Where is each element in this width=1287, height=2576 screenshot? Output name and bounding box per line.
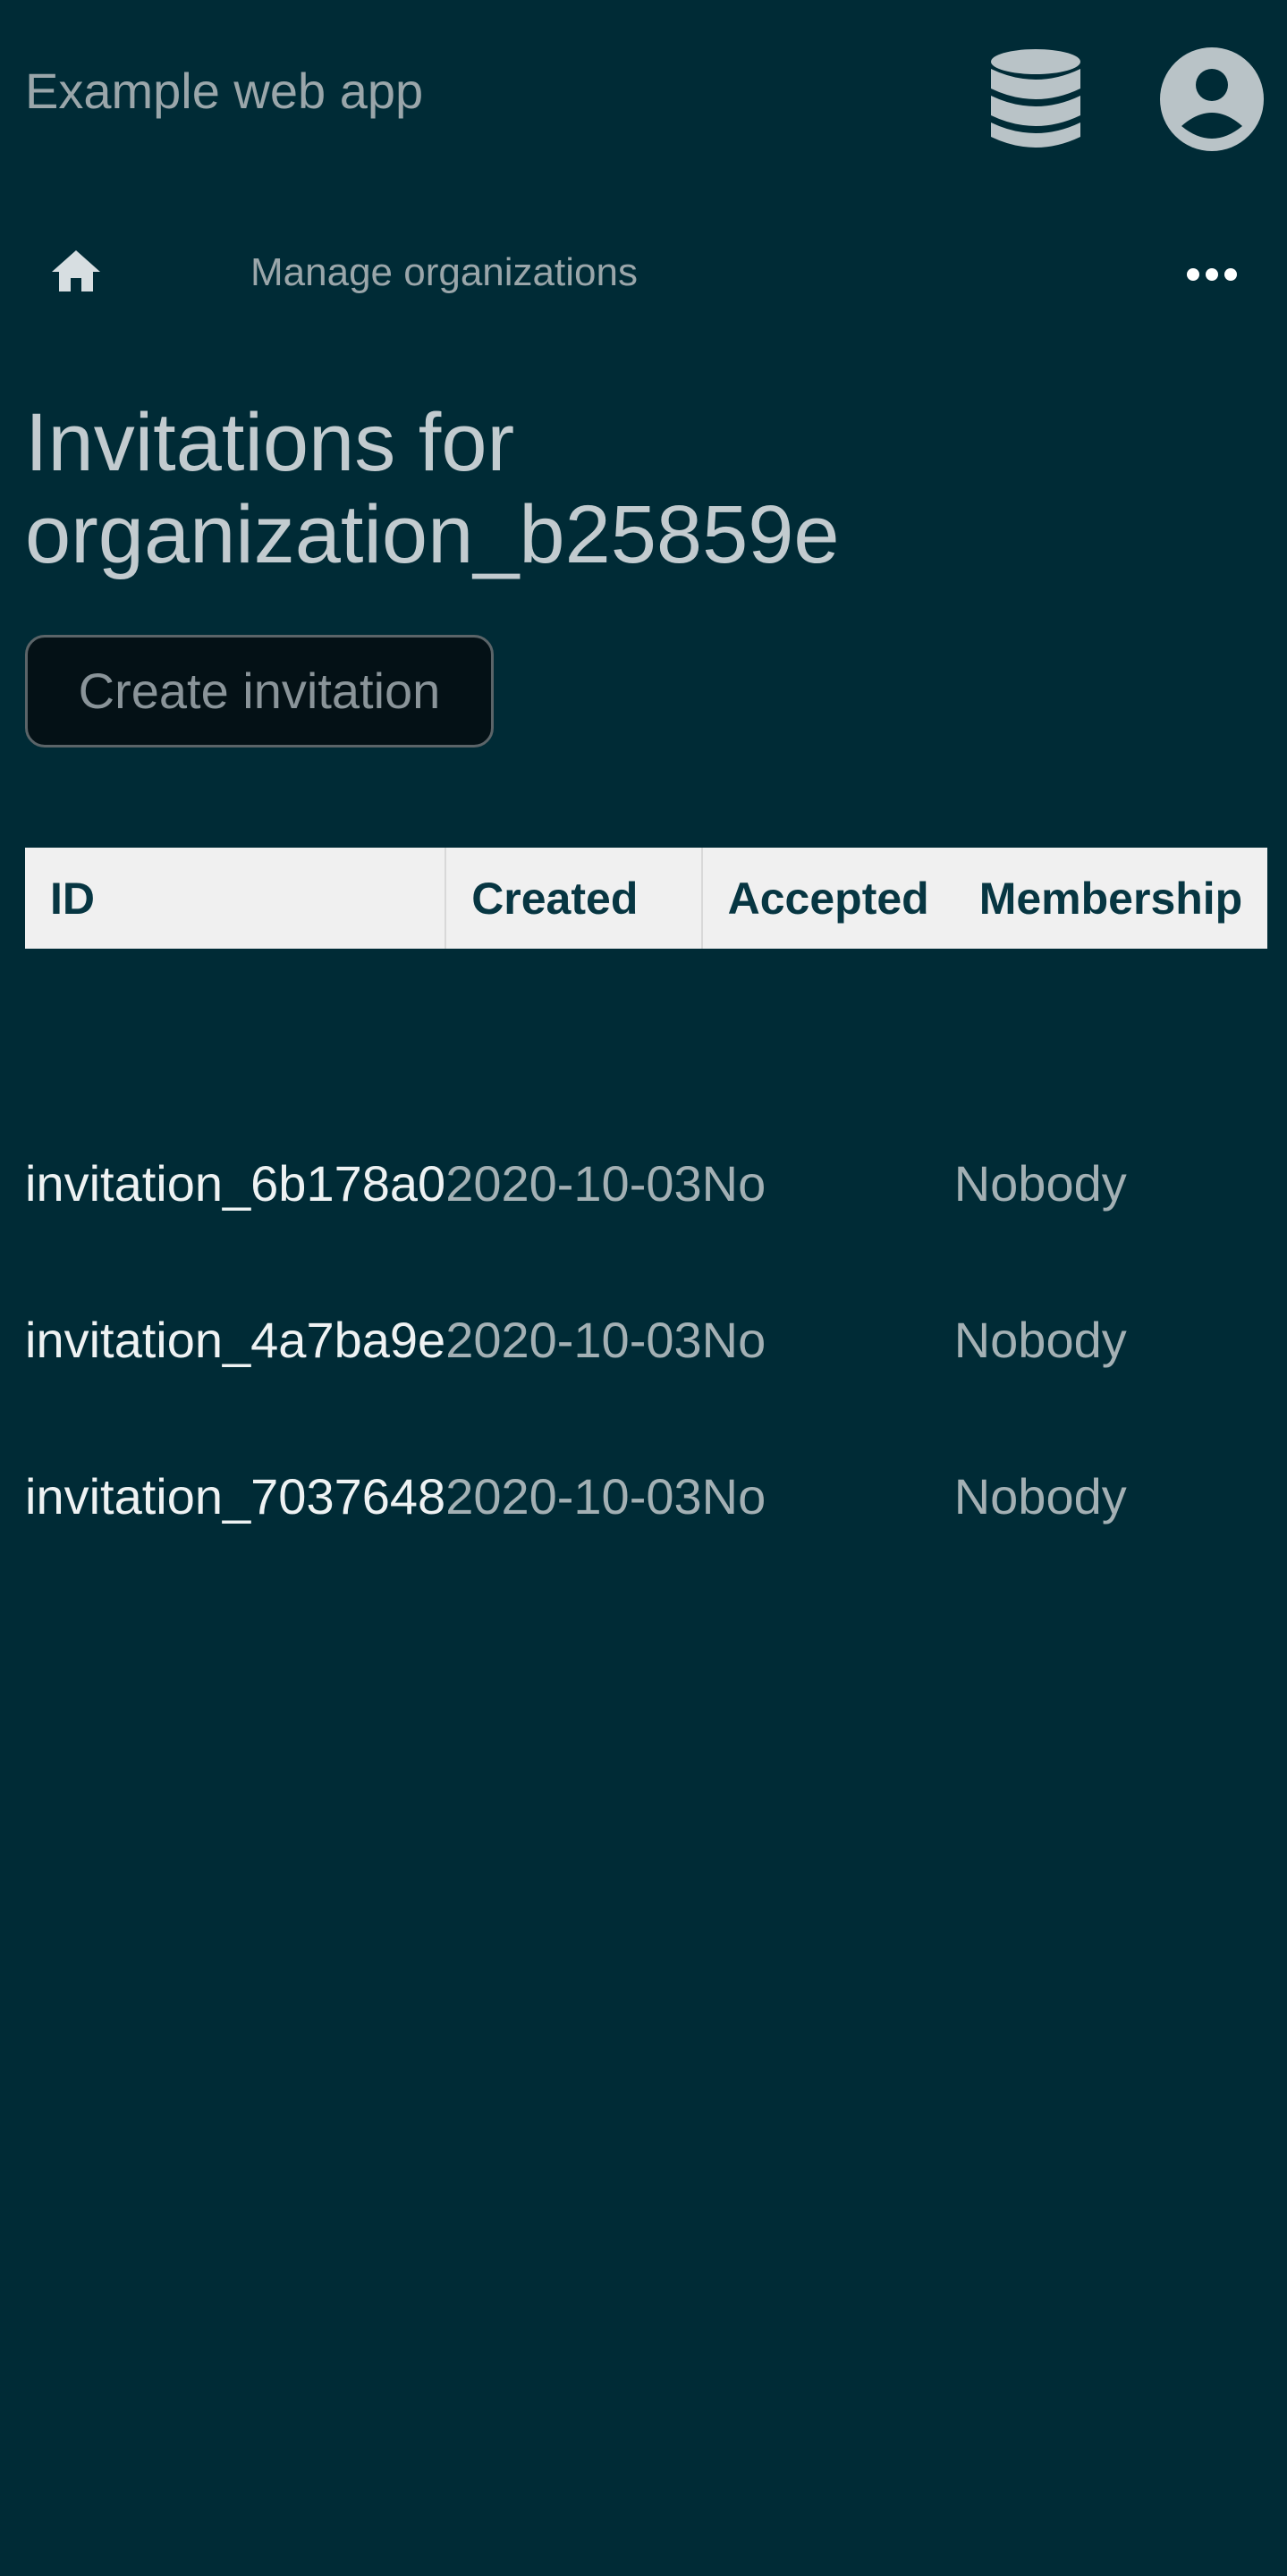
user-circle-icon[interactable] — [1160, 47, 1264, 151]
invitation-id-cell[interactable]: invitation_6b178a0 — [25, 1105, 445, 1262]
invitation-id-cell[interactable]: invitation_7037648 — [25, 1418, 445, 1575]
invitations-table: ID Created Accepted Membership invitatio… — [25, 848, 1268, 1575]
create-invitation-button[interactable]: Create invitation — [25, 635, 494, 747]
breadcrumb-nav — [0, 224, 1287, 326]
accepted-cell: No — [701, 1312, 766, 1368]
membership-cell: Nobody — [953, 1155, 1127, 1212]
table-row[interactable]: invitation_4a7ba9e 2020-10-03 No Nobody — [25, 1262, 1267, 1418]
column-header-id[interactable]: ID — [25, 848, 447, 949]
created-cell: 2020-10-03 — [445, 1312, 702, 1368]
page-title: Invitations for organization_b25859e — [25, 397, 840, 580]
column-header-created[interactable]: Created — [445, 848, 703, 949]
membership-cell: Nobody — [953, 1312, 1127, 1368]
app-title[interactable]: Example web app — [25, 66, 423, 116]
table-row[interactable]: invitation_7037648 2020-10-03 No Nobody — [25, 1418, 1267, 1575]
table-spacer — [25, 949, 1267, 1105]
manage-organizations-link[interactable]: Manage organizations — [250, 253, 638, 292]
invitation-id-cell[interactable]: invitation_4a7ba9e — [25, 1262, 445, 1418]
table-row[interactable]: invitation_6b178a0 2020-10-03 No Nobody — [25, 1105, 1267, 1262]
table-header-row: ID Created Accepted Membership — [25, 848, 1268, 949]
column-header-accepted[interactable]: Accepted — [701, 848, 954, 949]
membership-cell: Nobody — [953, 1468, 1127, 1524]
top-app-bar: Example web app — [0, 0, 1287, 192]
accepted-cell: No — [701, 1155, 766, 1212]
more-horizontal-icon[interactable] — [1186, 266, 1238, 283]
created-cell: 2020-10-03 — [445, 1468, 702, 1524]
created-cell: 2020-10-03 — [445, 1155, 702, 1212]
accepted-cell: No — [701, 1468, 766, 1524]
database-icon[interactable] — [989, 47, 1082, 151]
column-header-membership[interactable]: Membership — [953, 848, 1268, 949]
home-icon[interactable] — [50, 249, 102, 293]
